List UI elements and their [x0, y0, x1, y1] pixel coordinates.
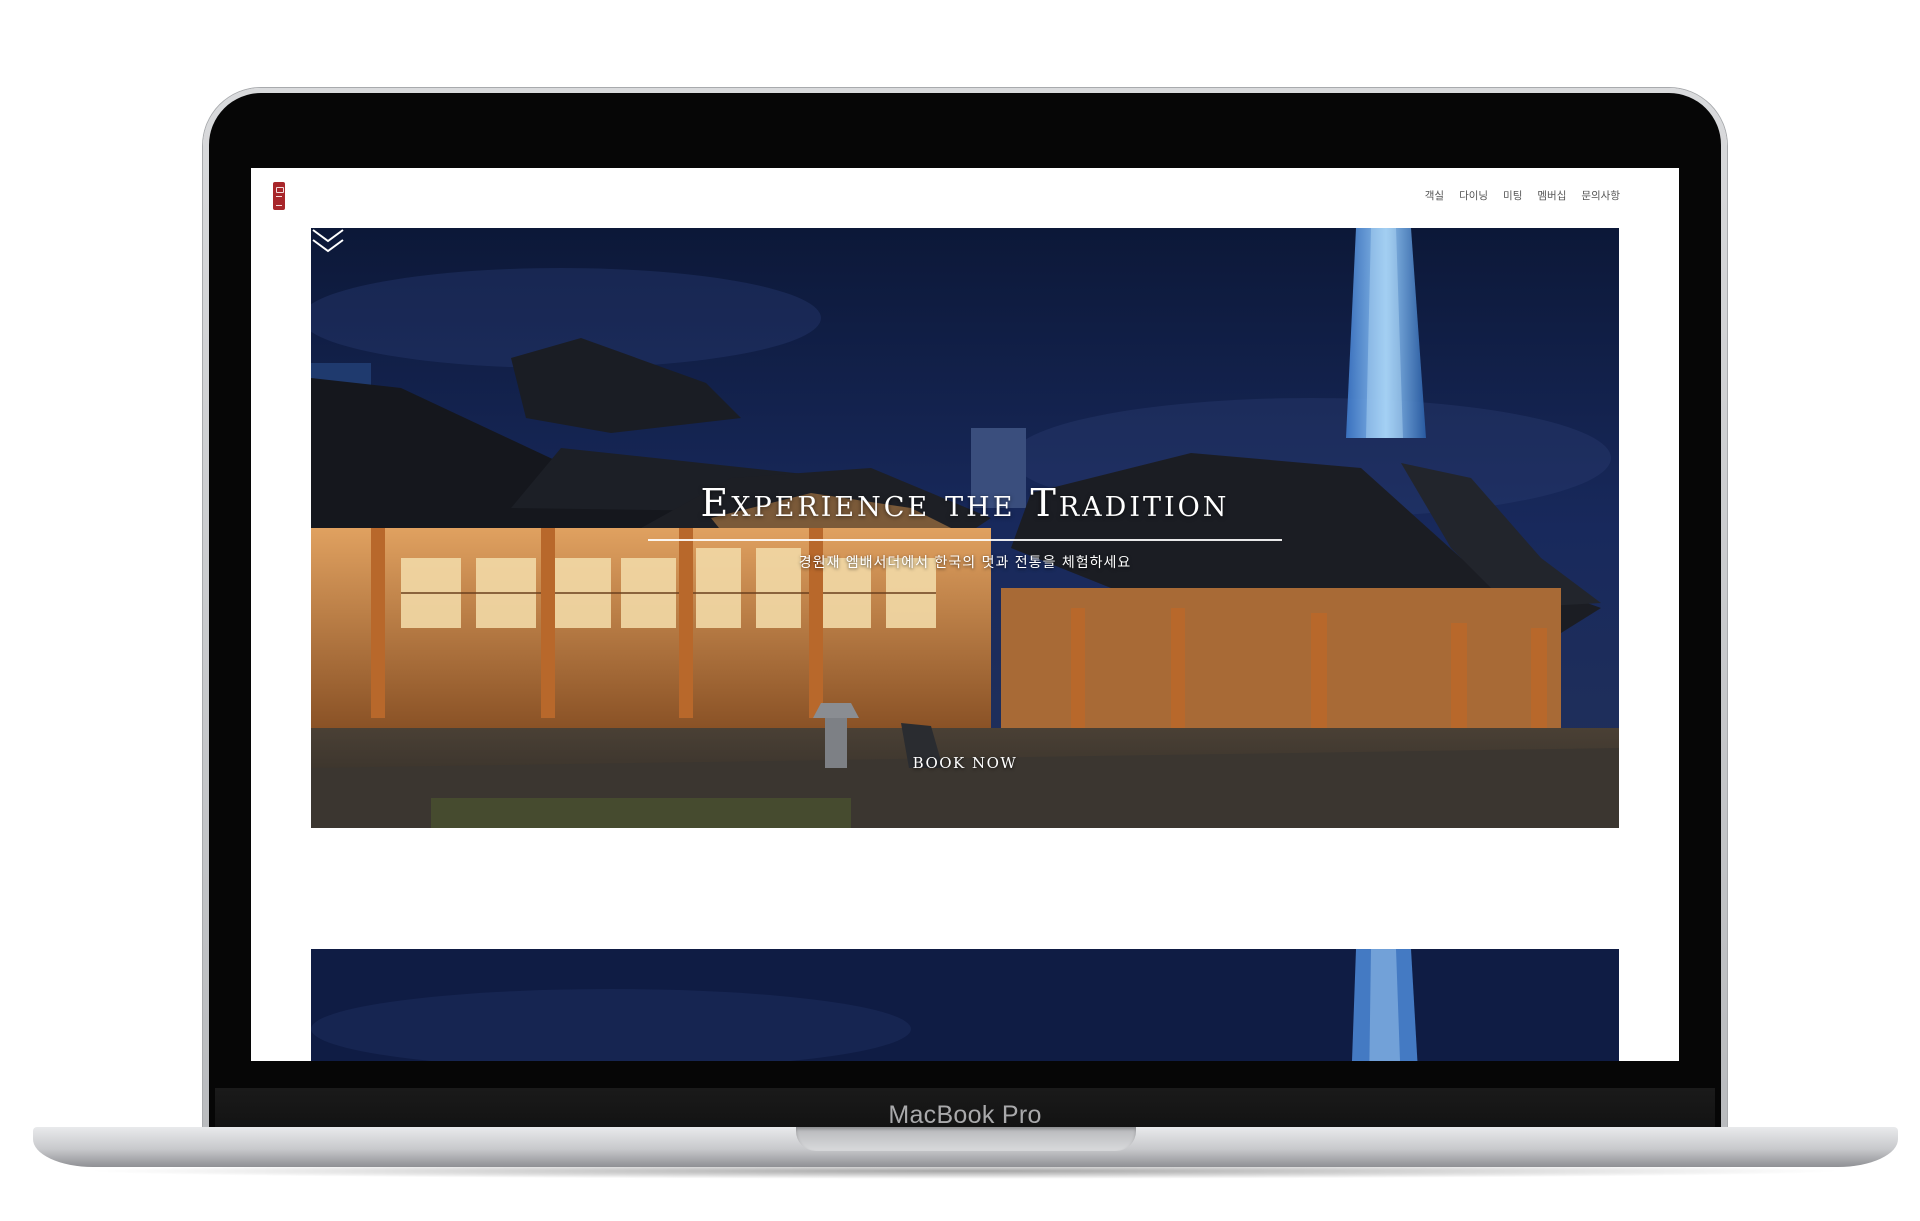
main-nav: 객실 다이닝 미팅 멤버십 문의사항	[1425, 188, 1620, 203]
nav-item-inquiry[interactable]: 문의사항	[1581, 188, 1620, 203]
site-header: 객실 다이닝 미팅 멤버십 문의사항	[251, 168, 1679, 227]
nav-item-dining[interactable]: 다이닝	[1459, 188, 1488, 203]
website-screen: 객실 다이닝 미팅 멤버십 문의사항 Experience the Tradit…	[251, 168, 1679, 1061]
hero-title: Experience the Tradition	[700, 481, 1230, 525]
laptop-mockup: MacBook Pro 객실 다이닝 미팅 멤버십 문의사항 Experienc…	[0, 0, 1920, 1221]
second-banner-photo	[311, 949, 1619, 1061]
hero-photo-hanok	[311, 228, 1619, 828]
device-label: MacBook Pro	[888, 1101, 1042, 1129]
nav-item-rooms[interactable]: 객실	[1425, 188, 1444, 203]
title-underline	[648, 539, 1282, 541]
hero-subtitle: 경원재 엠배서더에서 한국의 멋과 전통을 체험하세요	[798, 555, 1132, 571]
seal-logo-icon[interactable]	[273, 182, 285, 210]
laptop-base-notch	[796, 1127, 1136, 1151]
second-banner	[311, 949, 1619, 1061]
nav-item-meeting[interactable]: 미팅	[1503, 188, 1522, 203]
double-chevron-down-icon[interactable]	[311, 228, 345, 254]
nav-item-membership[interactable]: 멤버십	[1537, 188, 1566, 203]
hero-banner: Experience the Tradition 경원재 엠배서더에서 한국의 …	[311, 228, 1619, 828]
book-now-link[interactable]: BOOK NOW	[311, 754, 1619, 772]
